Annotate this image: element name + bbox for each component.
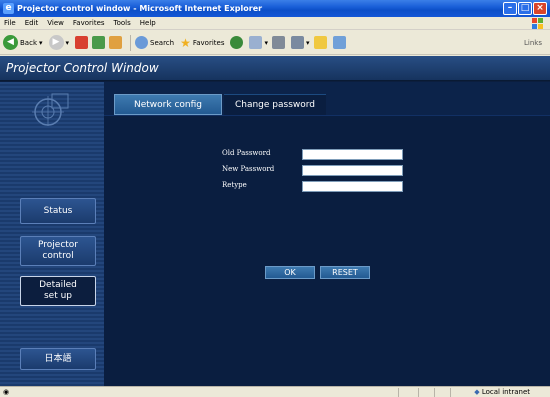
search-button[interactable]: Search (135, 36, 174, 49)
sidebar-item-label-line2: control (42, 251, 74, 261)
intranet-icon: ◆ (474, 388, 480, 396)
window-title: Projector control window - Microsoft Int… (17, 4, 263, 13)
tab-label: Change password (234, 100, 316, 110)
links-label[interactable]: Links (524, 39, 542, 47)
ie-icon: e (3, 3, 14, 14)
browser-toolbar: ◀ Back ▾ ▶ ▾ Search ★ Favorites ▾ ▾ (0, 31, 550, 55)
status-divider (434, 387, 435, 397)
ok-button[interactable]: OK (265, 266, 315, 279)
main-panel: Network config Change password Old Passw… (104, 82, 550, 386)
search-icon (135, 36, 149, 49)
back-label: Back (20, 38, 37, 47)
window-title-bar: e Projector control window - Microsoft I… (0, 0, 550, 17)
refresh-icon[interactable] (92, 36, 106, 49)
mail-icon[interactable] (249, 36, 263, 49)
old-password-field[interactable] (302, 149, 403, 160)
new-password-field[interactable] (302, 165, 403, 176)
change-password-panel: Old Password New Password Retype (104, 115, 550, 386)
tab-strip: Network config Change password (104, 82, 550, 116)
sidebar-item-label: 日本語 (44, 353, 72, 364)
page-done-icon: ◉ (3, 388, 10, 396)
windows-logo-icon (532, 18, 543, 29)
retype-field[interactable] (302, 181, 403, 192)
stop-icon[interactable] (75, 36, 89, 49)
menu-tools[interactable]: Tools (114, 19, 131, 27)
security-zone-label: Local intranet (481, 388, 530, 396)
tab-label: Network config (134, 99, 202, 110)
forward-button[interactable]: ▶ ▾ (48, 35, 70, 50)
back-dropdown-icon[interactable]: ▾ (39, 39, 43, 47)
menu-view[interactable]: View (47, 19, 64, 27)
menu-help[interactable]: Help (140, 19, 156, 27)
reset-button[interactable]: RESET (320, 266, 370, 279)
status-bar: ◉ ◆ Local intranet (0, 386, 550, 397)
menu-edit[interactable]: Edit (25, 19, 39, 27)
messenger-icon[interactable] (332, 36, 346, 49)
print-icon[interactable] (272, 36, 285, 49)
forward-dropdown-icon[interactable]: ▾ (66, 39, 70, 47)
favorites-label: Favorites (192, 38, 225, 47)
close-icon[interactable]: × (533, 2, 547, 15)
sidebar-item-label-line1: Projector (38, 240, 78, 250)
sidebar-item-label-line2: set up (43, 291, 73, 301)
new-password-label: New Password (222, 165, 275, 173)
retype-label: Retype (222, 181, 247, 189)
maximize-icon[interactable]: □ (518, 2, 532, 15)
search-label: Search (150, 38, 175, 47)
forward-arrow-icon: ▶ (48, 35, 64, 50)
back-button[interactable]: ◀ Back ▾ (3, 35, 43, 50)
projector-logo-icon (32, 93, 69, 126)
app-header: Projector Control Window (0, 56, 550, 81)
status-divider (398, 387, 399, 397)
discuss-icon[interactable] (313, 36, 327, 49)
status-divider (450, 387, 451, 397)
status-divider (418, 387, 419, 397)
toolbar-separator (130, 34, 132, 51)
old-password-label: Old Password (222, 149, 271, 157)
menu-bar: File Edit View Favorites Tools Help (0, 17, 550, 30)
favorites-button[interactable]: ★ Favorites (180, 36, 224, 50)
history-icon[interactable] (230, 36, 244, 49)
mail-dropdown-icon[interactable]: ▾ (264, 39, 268, 47)
sidebar: Status Projector control Detailed set up… (0, 82, 104, 386)
favorites-star-icon: ★ (180, 35, 191, 50)
tab-network-config[interactable]: Network config (114, 94, 222, 115)
back-arrow-icon: ◀ (3, 35, 18, 50)
minimize-icon[interactable]: – (503, 2, 517, 15)
tab-change-password[interactable]: Change password (224, 94, 326, 115)
menu-file[interactable]: File (4, 19, 16, 27)
sidebar-item-status[interactable]: Status (20, 198, 96, 224)
security-zone: ◆ Local intranet (474, 387, 530, 397)
menu-favorites[interactable]: Favorites (73, 19, 105, 27)
edit-icon[interactable] (291, 36, 304, 49)
sidebar-item-projector-control[interactable]: Projector control (20, 236, 96, 266)
edit-dropdown-icon[interactable]: ▾ (306, 39, 310, 47)
sidebar-item-label-line1: Detailed (39, 280, 77, 290)
sidebar-item-japanese[interactable]: 日本語 (20, 348, 96, 370)
home-icon[interactable] (109, 36, 123, 49)
sidebar-item-label: Status (43, 205, 73, 216)
sidebar-item-detailed-set-up[interactable]: Detailed set up (20, 276, 96, 306)
page-content: Projector Control Window Status Projecto… (0, 56, 550, 386)
